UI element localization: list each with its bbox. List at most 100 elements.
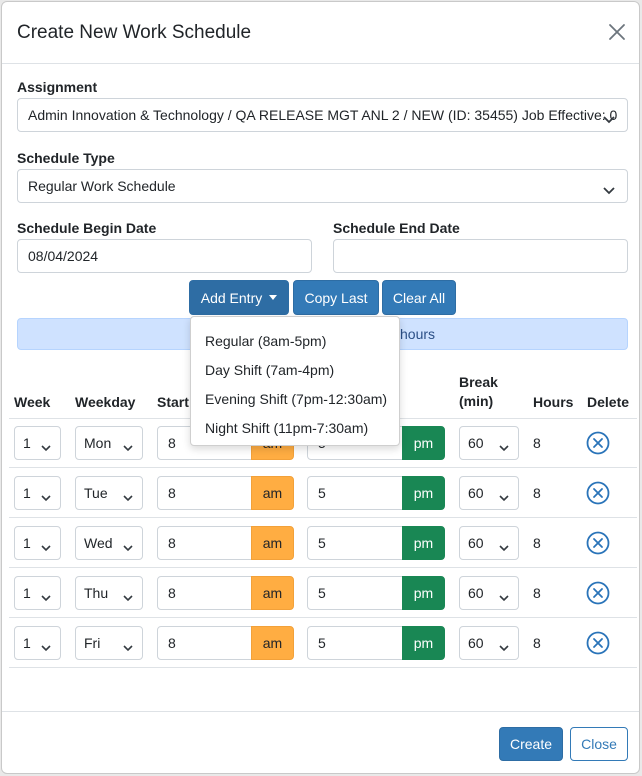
weekday-value: Mon xyxy=(84,435,112,451)
end-time-input[interactable]: 5 xyxy=(307,526,403,560)
menu-item-evening-shift[interactable]: Evening Shift (7pm-12:30am) xyxy=(191,385,399,414)
menu-item-night-shift[interactable]: Night Shift (11pm-7:30am) xyxy=(191,414,399,443)
row-divider xyxy=(9,567,637,568)
modal-title: Create New Work Schedule xyxy=(17,22,252,43)
header-break-line2: (min) xyxy=(459,393,494,409)
chevron-down-icon xyxy=(41,539,51,555)
weekday-select[interactable]: Tue xyxy=(75,476,143,510)
add-entry-button[interactable]: Add Entry xyxy=(189,280,289,315)
delete-row-icon[interactable] xyxy=(586,581,610,605)
start-time-input[interactable]: 8 xyxy=(157,476,252,510)
week-value: 1 xyxy=(23,585,31,601)
create-label: Create xyxy=(509,736,553,752)
menu-item-day-shift[interactable]: Day Shift (7am-4pm) xyxy=(191,356,399,385)
break-value: 60 xyxy=(468,585,484,601)
header-break-line1: Break xyxy=(459,374,498,390)
start-time-input[interactable]: 8 xyxy=(157,526,252,560)
header-delete: Delete xyxy=(587,394,630,410)
start-time-value: 8 xyxy=(168,535,176,551)
chevron-down-icon xyxy=(41,639,51,655)
start-time-input[interactable]: 8 xyxy=(157,576,252,610)
week-value: 1 xyxy=(23,485,31,501)
end-ampm-label: pm xyxy=(413,635,434,651)
start-ampm-toggle[interactable]: am xyxy=(251,476,294,510)
delete-row-icon[interactable] xyxy=(586,481,610,505)
menu-item-regular[interactable]: Regular (8am-5pm) xyxy=(191,327,399,356)
end-date-input[interactable] xyxy=(333,239,628,273)
start-ampm-toggle[interactable]: am xyxy=(251,526,294,560)
weekday-select[interactable]: Wed xyxy=(75,526,143,560)
week-value: 1 xyxy=(23,535,31,551)
row-divider xyxy=(9,667,637,668)
week-select[interactable]: 1 xyxy=(14,476,61,510)
chevron-down-icon xyxy=(123,489,133,505)
assignment-select[interactable]: Admin Innovation & Technology / QA RELEA… xyxy=(17,98,628,132)
hours-value: 8 xyxy=(533,485,541,501)
week-value: 1 xyxy=(23,635,31,651)
chevron-down-icon xyxy=(499,639,509,655)
end-time-input[interactable]: 5 xyxy=(307,626,403,660)
start-time-input[interactable]: 8 xyxy=(157,626,252,660)
week-select[interactable]: 1 xyxy=(14,626,61,660)
hours-value: 8 xyxy=(533,585,541,601)
weekday-select[interactable]: Mon xyxy=(75,426,143,460)
clear-all-button[interactable]: Clear All xyxy=(382,280,456,315)
header-break: Break (min) xyxy=(459,373,498,411)
break-value: 60 xyxy=(468,635,484,651)
end-time-input[interactable]: 5 xyxy=(307,576,403,610)
chevron-down-icon xyxy=(123,589,133,605)
start-time-value: 8 xyxy=(168,635,176,651)
delete-row-icon[interactable] xyxy=(586,631,610,655)
end-ampm-toggle[interactable]: pm xyxy=(402,576,445,610)
modal-footer-divider xyxy=(2,711,639,712)
delete-row-icon[interactable] xyxy=(586,431,610,455)
end-ampm-toggle[interactable]: pm xyxy=(402,476,445,510)
start-ampm-toggle[interactable]: am xyxy=(251,626,294,660)
row-divider xyxy=(9,617,637,618)
week-select[interactable]: 1 xyxy=(14,526,61,560)
end-ampm-label: pm xyxy=(413,535,434,551)
break-select[interactable]: 60 xyxy=(459,626,519,660)
hours-value: 8 xyxy=(533,435,541,451)
end-time-value: 5 xyxy=(318,635,326,651)
end-ampm-toggle[interactable]: pm xyxy=(402,626,445,660)
header-hours: Hours xyxy=(533,394,574,410)
caret-down-icon xyxy=(269,295,278,300)
close-label: Close xyxy=(581,736,617,752)
weekday-value: Fri xyxy=(84,635,101,651)
begin-date-label: Schedule Begin Date xyxy=(17,220,157,236)
weekday-select[interactable]: Fri xyxy=(75,626,143,660)
break-select[interactable]: 60 xyxy=(459,526,519,560)
close-icon[interactable] xyxy=(607,22,627,42)
break-select[interactable]: 60 xyxy=(459,426,519,460)
delete-row-icon[interactable] xyxy=(586,531,610,555)
break-value: 60 xyxy=(468,485,484,501)
row-divider xyxy=(9,467,637,468)
start-time-value: 8 xyxy=(168,585,176,601)
create-button[interactable]: Create xyxy=(499,727,563,761)
end-ampm-toggle[interactable]: pm xyxy=(402,526,445,560)
end-time-input[interactable]: 5 xyxy=(307,476,403,510)
start-time-value: 8 xyxy=(168,485,176,501)
start-ampm-toggle[interactable]: am xyxy=(251,576,294,610)
total-hours-text: hours xyxy=(400,326,436,342)
chevron-down-icon xyxy=(499,589,509,605)
end-ampm-label: pm xyxy=(413,435,434,451)
copy-last-button[interactable]: Copy Last xyxy=(293,280,379,315)
weekday-select[interactable]: Thu xyxy=(75,576,143,610)
begin-date-input[interactable]: 08/04/2024 xyxy=(17,239,312,273)
schedule-type-select[interactable]: Regular Work Schedule xyxy=(17,169,628,203)
break-value: 60 xyxy=(468,435,484,451)
week-select[interactable]: 1 xyxy=(14,426,61,460)
end-ampm-toggle[interactable]: pm xyxy=(402,426,445,460)
start-ampm-label: am xyxy=(262,585,283,601)
clear-all-label: Clear All xyxy=(392,289,446,306)
weekday-value: Wed xyxy=(84,535,113,551)
create-work-schedule-modal: Create New Work Schedule Assignment Admi… xyxy=(1,1,640,774)
break-value: 60 xyxy=(468,535,484,551)
break-select[interactable]: 60 xyxy=(459,476,519,510)
end-date-label: Schedule End Date xyxy=(333,220,460,236)
close-button[interactable]: Close xyxy=(570,727,628,761)
break-select[interactable]: 60 xyxy=(459,576,519,610)
week-select[interactable]: 1 xyxy=(14,576,61,610)
